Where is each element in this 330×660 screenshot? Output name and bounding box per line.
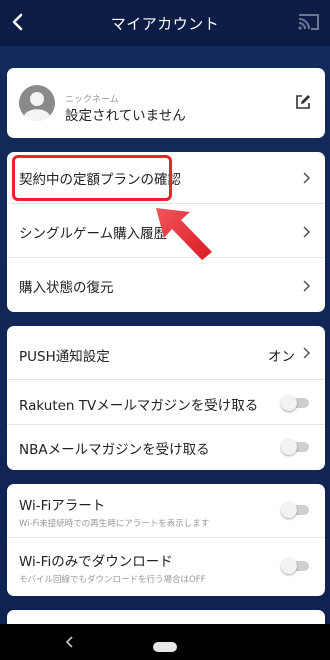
chevron-right-icon xyxy=(303,226,311,238)
wifi-download-label: Wi-Fiのみでダウンロード xyxy=(19,554,173,570)
rakuten-mail-row: Rakuten TVメールマガジンを受け取る xyxy=(7,380,325,425)
avatar xyxy=(19,85,55,122)
system-navigation-bar xyxy=(0,624,330,660)
nav-home-pill-icon xyxy=(153,642,177,652)
chevron-right-icon xyxy=(303,172,311,184)
wifi-alert-row: Wi-Fiアラート Wi-Fi未接続時での再生時にアラートを表示します xyxy=(7,484,325,538)
nickname-value: 設定されていません xyxy=(65,108,186,124)
wifi-alert-toggle[interactable] xyxy=(281,502,309,518)
cast-button[interactable] xyxy=(296,10,322,34)
push-setting-row[interactable]: PUSH通知設定 オン xyxy=(7,326,325,380)
chevron-right-icon xyxy=(303,347,311,359)
chevron-right-icon xyxy=(303,280,311,292)
profile-card[interactable]: ニックネーム 設定されていません xyxy=(7,68,325,138)
highlight-box xyxy=(12,155,172,201)
rakuten-mail-label: Rakuten TVメールマガジンを受け取る xyxy=(19,398,259,414)
avatar-icon xyxy=(19,85,55,122)
restore-purchase-row[interactable]: 購入状態の復元 xyxy=(7,260,325,312)
app-header: マイアカウント xyxy=(0,0,330,46)
notification-card: PUSH通知設定 オン Rakuten TVメールマガジンを受け取る NBAメー… xyxy=(7,326,325,470)
single-game-history-label: シングルゲーム購入履歴 xyxy=(19,226,168,242)
red-arrow-annotation xyxy=(156,208,212,260)
push-setting-label: PUSH通知設定 xyxy=(19,349,110,365)
cast-icon xyxy=(298,14,319,30)
nav-back-button[interactable] xyxy=(62,634,78,650)
push-setting-value: オン xyxy=(268,349,295,365)
edit-icon xyxy=(296,95,310,109)
wifi-download-toggle[interactable] xyxy=(281,558,309,574)
wifi-alert-description: Wi-Fi未接続時での再生時にアラートを表示します xyxy=(19,519,210,529)
nba-mail-row: NBAメールマガジンを受け取る xyxy=(7,425,325,470)
rakuten-mail-toggle[interactable] xyxy=(281,395,309,411)
network-card: Wi-Fiアラート Wi-Fi未接続時での再生時にアラートを表示します Wi-F… xyxy=(7,484,325,596)
nav-home-button[interactable] xyxy=(153,637,177,652)
nav-back-icon xyxy=(65,636,73,648)
edit-button[interactable] xyxy=(295,94,311,110)
restore-purchase-label: 購入状態の復元 xyxy=(19,280,114,296)
page-title: マイアカウント xyxy=(110,15,220,33)
nba-mail-label: NBAメールマガジンを受け取る xyxy=(19,442,210,458)
wifi-alert-label: Wi-Fiアラート xyxy=(19,498,106,514)
wifi-download-description: モバイル回線でもダウンロードを行う場合はOFF xyxy=(19,575,206,585)
wifi-download-row: Wi-Fiのみでダウンロード モバイル回線でもダウンロードを行う場合はOFF xyxy=(7,538,325,596)
nba-mail-toggle[interactable] xyxy=(281,439,309,455)
